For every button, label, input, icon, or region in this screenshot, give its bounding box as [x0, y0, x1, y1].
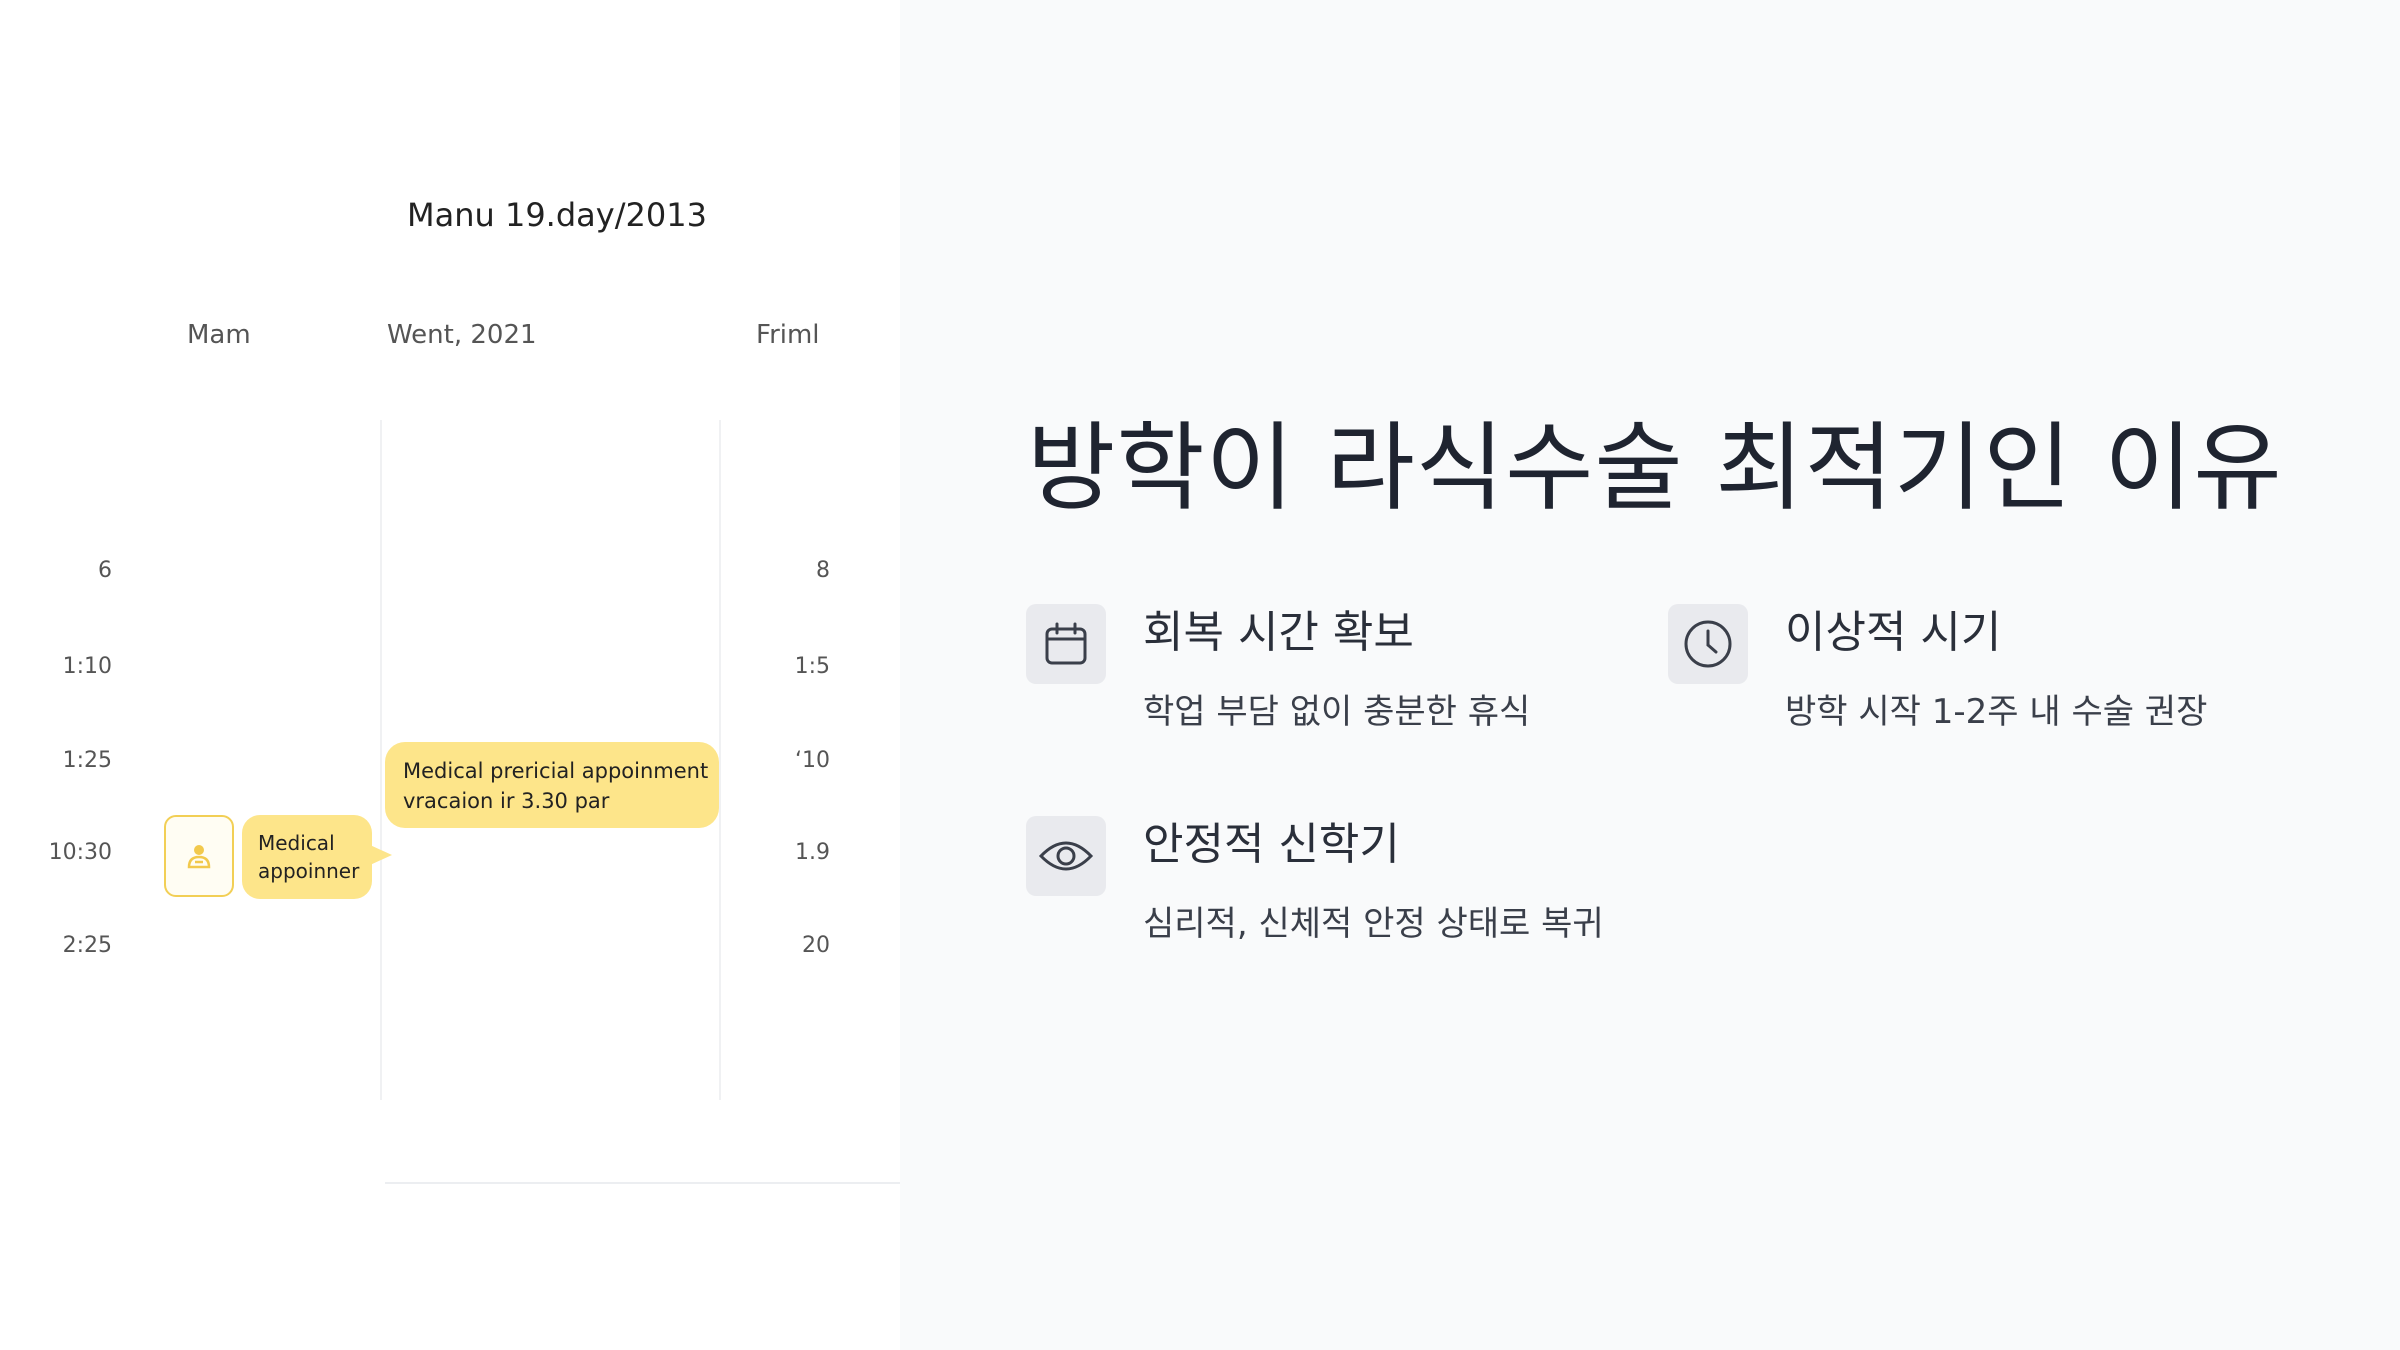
feature-description: 학업 부담 없이 충분한 휴식 — [1143, 692, 1531, 732]
day-header-2: Went, 2021 — [387, 320, 537, 350]
calendar-baseline — [385, 1182, 900, 1184]
event-line: appoinner — [258, 859, 360, 883]
event-line: Medical — [258, 831, 335, 855]
event-pointer — [370, 845, 392, 865]
feature-title: 안정적 신학기 — [1143, 819, 1400, 870]
event-line: vracaion ir 3.30 par — [403, 789, 610, 813]
calendar-event-small[interactable]: Medical appoinner — [242, 815, 392, 899]
time-label-right: ‘10 — [795, 748, 830, 773]
time-label-right: 1:5 — [794, 654, 830, 679]
time-label-right: 8 — [816, 558, 830, 583]
event-line: Medical prericial appoinment — [403, 759, 709, 783]
time-label-left: 6 — [98, 558, 112, 583]
time-label-right: 20 — [802, 933, 830, 958]
time-label-left: 1:25 — [62, 748, 112, 773]
time-label-left: 2:25 — [62, 933, 112, 958]
column-divider — [719, 420, 721, 1100]
slide: Manu 19.day/2013 Mam Went, 2021 Friml 6 … — [0, 0, 2400, 1350]
doctor-icon — [164, 815, 234, 897]
time-label-left: 10:30 — [48, 840, 112, 865]
column-divider — [380, 420, 382, 1100]
time-label-right: 1.9 — [795, 840, 830, 865]
feature-description: 방학 시작 1-2주 내 수술 권장 — [1785, 692, 2208, 732]
day-header-3: Friml — [756, 320, 820, 350]
eye-icon — [1026, 816, 1106, 896]
calendar-event-large[interactable]: Medical prericial appoinment vracaion ir… — [385, 742, 719, 828]
time-label-left: 1:10 — [62, 654, 112, 679]
clock-icon — [1668, 604, 1748, 684]
slide-title: 방학이 라식수술 최적기인 이유 — [1027, 412, 2283, 524]
feature-description: 심리적, 신체적 안정 상태로 복귀 — [1143, 904, 1604, 944]
doctor-icon-glyph — [187, 845, 211, 869]
calendar-title: Manu 19.day/2013 — [407, 196, 707, 234]
calendar-panel: Manu 19.day/2013 Mam Went, 2021 Friml 6 … — [0, 0, 900, 1350]
feature-title: 이상적 시기 — [1785, 607, 2002, 658]
calendar-icon — [1026, 604, 1106, 684]
day-header-1: Mam — [187, 320, 251, 350]
feature-title: 회복 시간 확보 — [1143, 607, 1414, 658]
